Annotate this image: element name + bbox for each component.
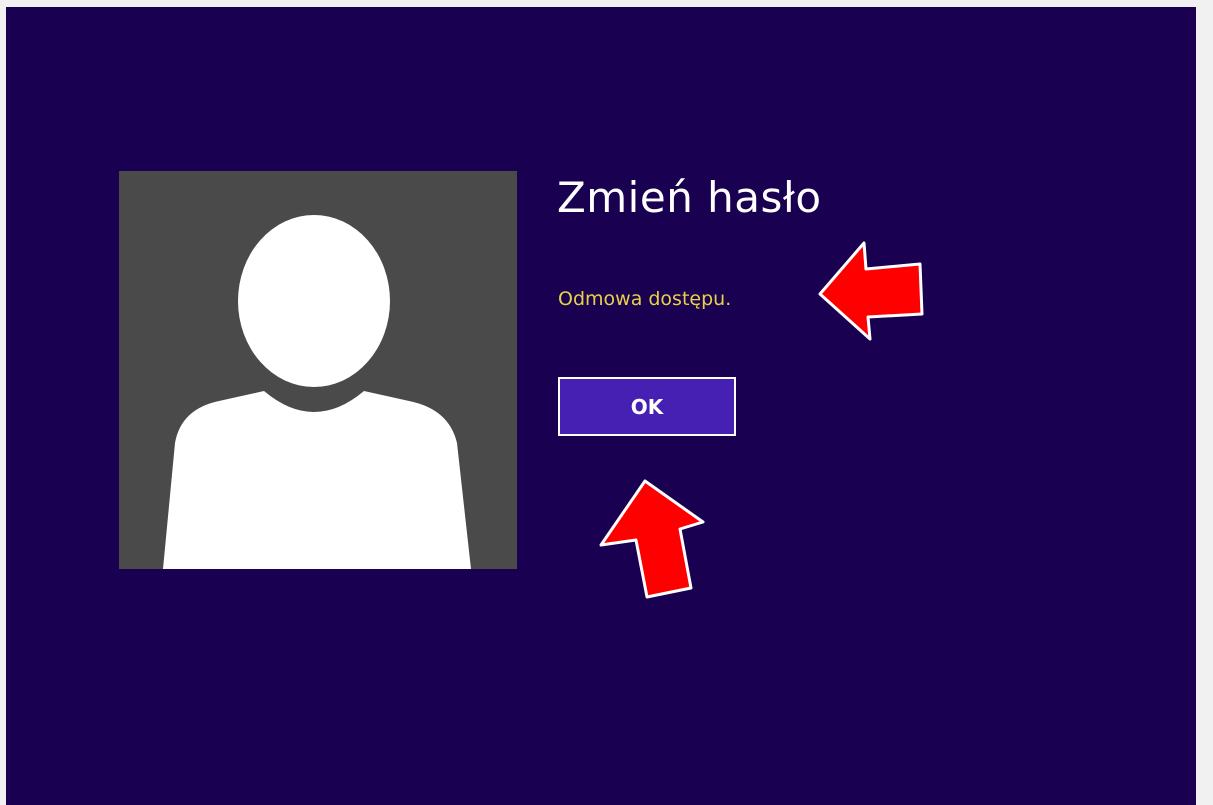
scrollbar[interactable]: [1197, 0, 1213, 805]
ok-button[interactable]: OK: [558, 377, 736, 436]
lock-screen: Zmień hasło Odmowa dostępu. OK: [6, 7, 1196, 805]
dialog-title: Zmień hasło: [557, 173, 822, 222]
red-arrow-left-icon: [818, 241, 924, 341]
red-arrow-up-icon: [599, 479, 705, 599]
user-silhouette-icon: [163, 215, 471, 569]
user-avatar: [119, 171, 517, 569]
error-message: Odmowa dostępu.: [558, 288, 732, 310]
